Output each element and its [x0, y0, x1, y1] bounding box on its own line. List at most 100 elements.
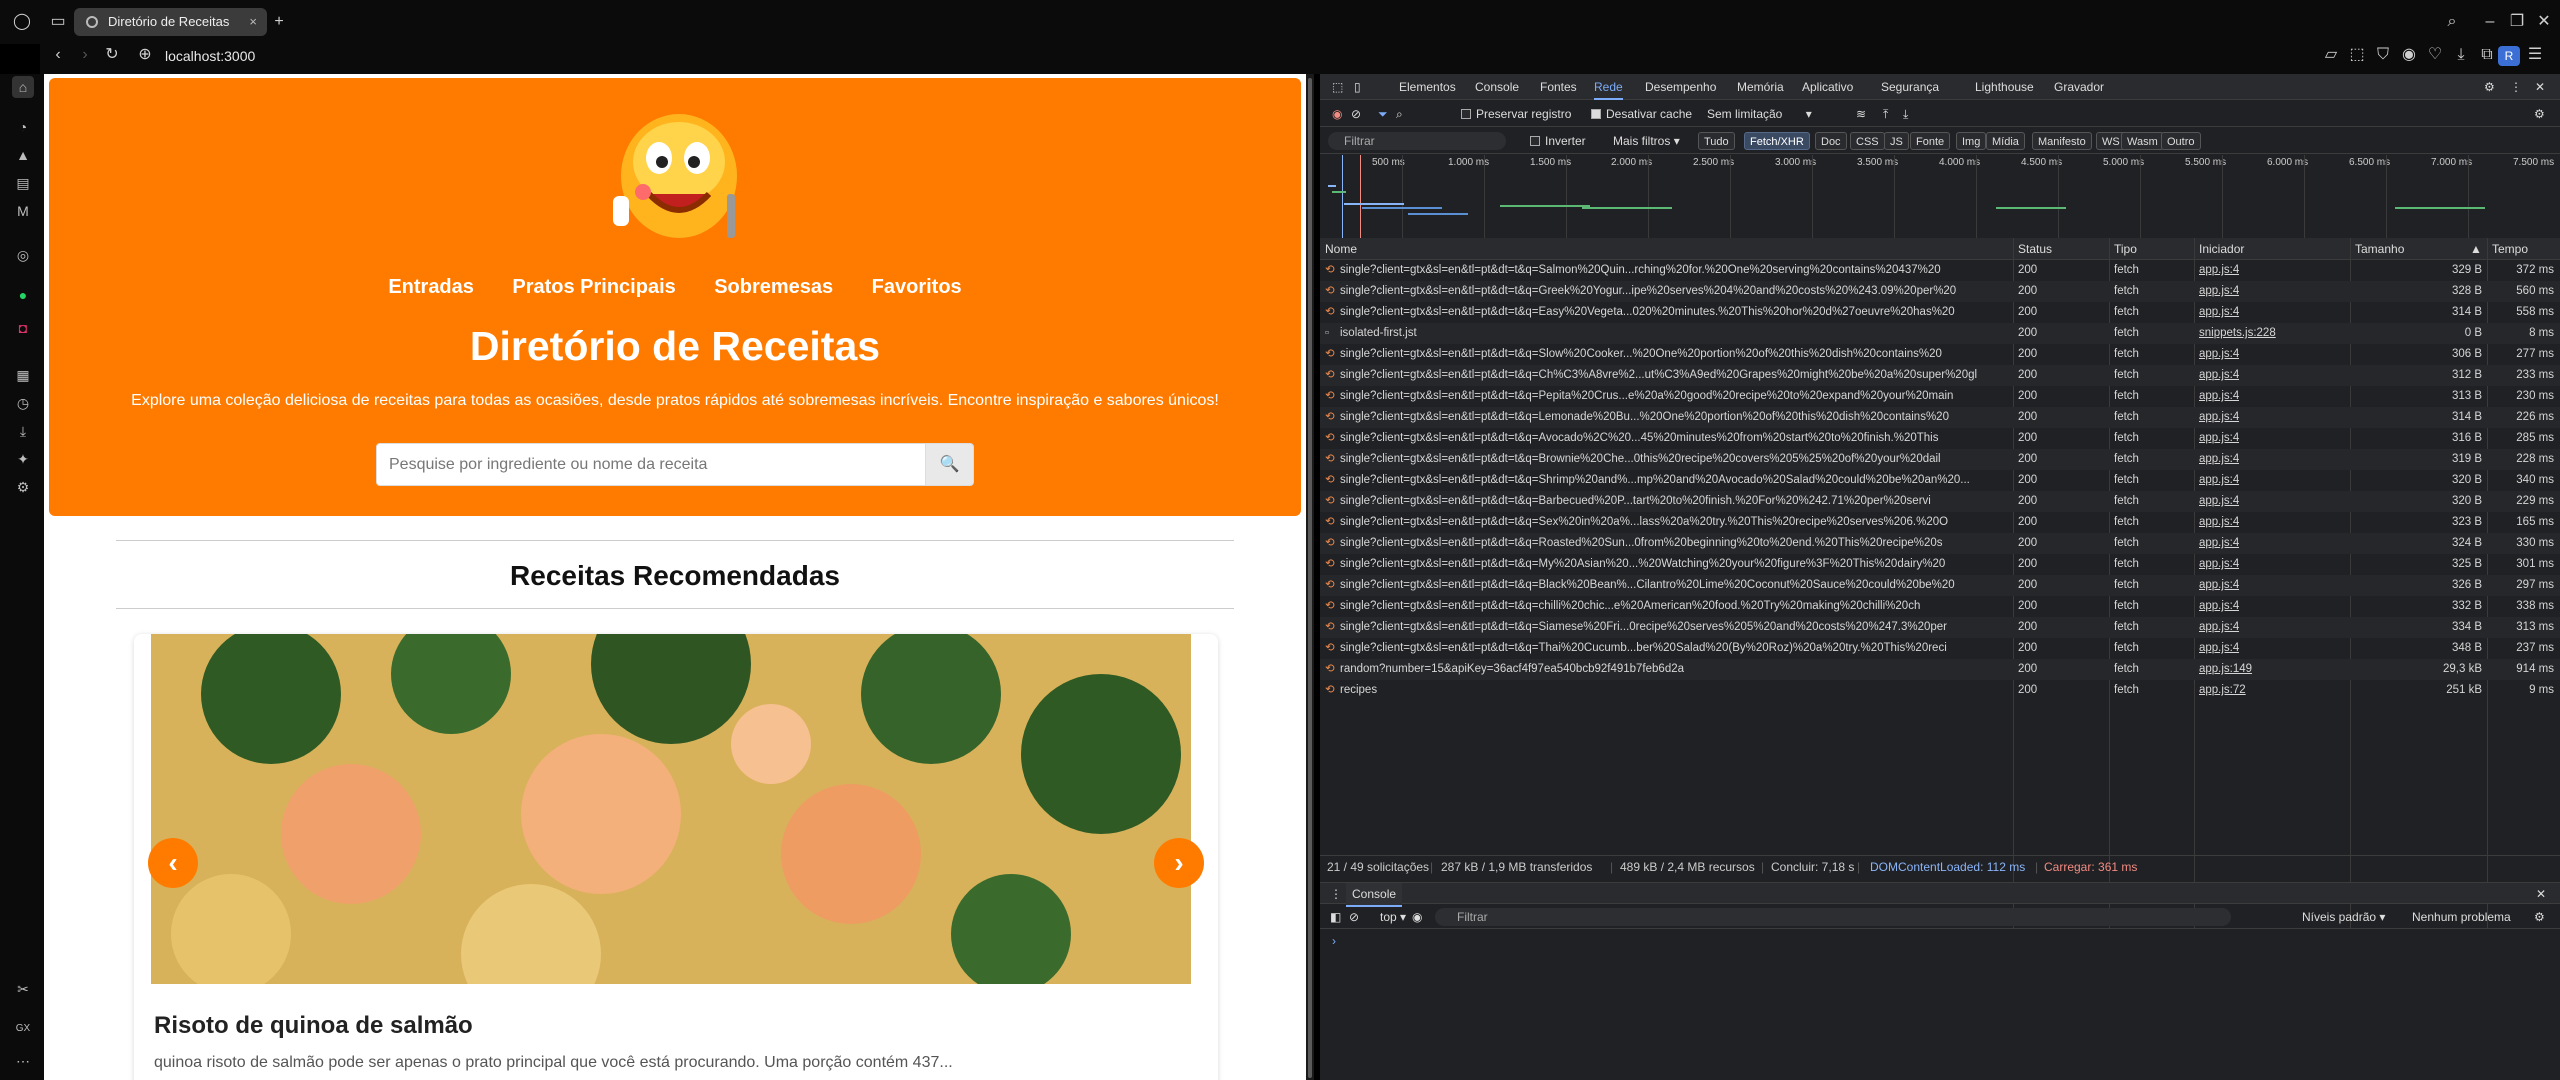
search-input[interactable]: Pesquise por ingrediente ou nome da rece… [376, 443, 926, 486]
network-row[interactable]: ⟲ single?client=gtx&sl=en&tl=pt&dt=t&q=Pe… [1320, 386, 2560, 407]
tab-aplicativo[interactable]: Aplicativo [1802, 74, 1853, 100]
recipe-title[interactable]: Risoto de quinoa de salmão [154, 1012, 473, 1040]
carousel-next-button[interactable]: › [1154, 838, 1204, 888]
request-name[interactable]: single?client=gtx&sl=en&tl=pt&dt=t&q=Eas… [1340, 302, 2008, 323]
network-row[interactable]: ⟲ single?client=gtx&sl=en&tl=pt&dt=t&q=Se… [1320, 512, 2560, 533]
download-icon[interactable]: ⤓ [1903, 101, 1908, 127]
request-name[interactable]: random?number=15&apiKey=36acf4f97ea540bc… [1340, 659, 2008, 680]
type-outro[interactable]: Outro [2161, 132, 2201, 150]
extensions-icon[interactable]: ⧉ [2476, 45, 2498, 65]
drawer-menu-icon[interactable]: ⋮ [1330, 883, 1342, 905]
network-row[interactable]: ⟲ single?client=gtx&sl=en&tl=pt&dt=t&q=Ch… [1320, 365, 2560, 386]
type-wasm[interactable]: Wasm [2121, 132, 2164, 150]
camera-icon[interactable]: ◉ [2398, 45, 2420, 65]
type-fetch-xhr[interactable]: Fetch/XHR [1744, 132, 1810, 150]
request-name[interactable]: single?client=gtx&sl=en&tl=pt&dt=t&q=Lem… [1340, 407, 2008, 428]
drawer-tab-console[interactable]: Console [1346, 883, 1403, 907]
pin-icon[interactable]: ✂ [12, 978, 34, 1000]
filter-icon[interactable]: ⏷ [1378, 101, 1388, 127]
request-name[interactable]: single?client=gtx&sl=en&tl=pt&dt=t&q=chi… [1340, 596, 2008, 617]
throttle-select[interactable]: Sem limitação ▾ [1707, 101, 1812, 127]
col-tipo[interactable]: Tipo [2114, 238, 2137, 260]
request-initiator[interactable]: snippets.js:228 [2199, 323, 2276, 344]
request-name[interactable]: single?client=gtx&sl=en&tl=pt&dt=t&q=Sia… [1340, 617, 2008, 638]
type-tudo[interactable]: Tudo [1698, 132, 1735, 150]
network-row[interactable]: ⟲ single?client=gtx&sl=en&tl=pt&dt=t&q=Ba… [1320, 491, 2560, 512]
request-name[interactable]: isolated-first.jst [1340, 323, 2008, 344]
menu-icon[interactable]: ☰ [2524, 45, 2546, 65]
col-status[interactable]: Status [2018, 238, 2052, 260]
clear-console-icon[interactable]: ⊘ [1349, 905, 1359, 929]
request-name[interactable]: single?client=gtx&sl=en&tl=pt&dt=t&q=Avo… [1340, 428, 2008, 449]
home-icon[interactable]: ⌂ [12, 76, 34, 98]
filter-input[interactable]: Filtrar [1328, 132, 1506, 150]
tab-seguranca[interactable]: Segurança [1881, 74, 1939, 100]
request-initiator[interactable]: app.js:4 [2199, 491, 2239, 512]
network-row[interactable]: ⟲ single?client=gtx&sl=en&tl=pt&dt=t&q=Bl… [1320, 575, 2560, 596]
network-row[interactable]: ⟲ single?client=gtx&sl=en&tl=pt&dt=t&q=Si… [1320, 617, 2560, 638]
col-tamanho[interactable]: Tamanho [2355, 238, 2404, 260]
search-button[interactable]: 🔍 [925, 443, 974, 486]
new-tab-button[interactable]: + [268, 12, 290, 32]
console-settings-icon[interactable]: ⚙ [2534, 905, 2545, 929]
tab-memoria[interactable]: Memória [1737, 74, 1784, 100]
workspaces-icon[interactable]: ▭ [47, 12, 69, 32]
request-initiator[interactable]: app.js:72 [2199, 680, 2246, 701]
network-row[interactable]: ⟲ single?client=gtx&sl=en&tl=pt&dt=t&q=My… [1320, 554, 2560, 575]
console-filter-input[interactable]: Filtrar [1435, 908, 2231, 926]
request-name[interactable]: single?client=gtx&sl=en&tl=pt&dt=t&q=My%… [1340, 554, 2008, 575]
whatsapp-icon[interactable]: ● [12, 284, 34, 306]
type-css[interactable]: CSS [1850, 132, 1885, 150]
screenshot-icon[interactable]: ⬚ [2346, 45, 2368, 65]
minimize-icon[interactable]: – [2479, 12, 2501, 32]
profile-avatar[interactable]: R [2498, 46, 2520, 66]
browser-logo-icon[interactable]: ◯ [11, 12, 33, 32]
network-row[interactable]: ⟲ single?client=gtx&sl=en&tl=pt&dt=t&q=Ea… [1320, 302, 2560, 323]
notes-icon[interactable]: ▤ [12, 172, 34, 194]
tab-desempenho[interactable]: Desempenho [1645, 74, 1716, 100]
reload-icon[interactable]: ↻ [101, 45, 123, 65]
request-initiator[interactable]: app.js:4 [2199, 302, 2239, 323]
eye-icon[interactable]: ◉ [1412, 905, 1422, 929]
request-initiator[interactable]: app.js:4 [2199, 596, 2239, 617]
settings-icon[interactable]: ⚙ [12, 476, 34, 498]
preserve-log-checkbox[interactable]: Preservar registro [1461, 101, 1571, 127]
carousel-prev-button[interactable]: ‹ [148, 838, 198, 888]
request-initiator[interactable]: app.js:4 [2199, 617, 2239, 638]
ai-icon[interactable]: ◎ [12, 244, 34, 266]
request-initiator[interactable]: app.js:4 [2199, 407, 2239, 428]
request-name[interactable]: single?client=gtx&sl=en&tl=pt&dt=t&q=Ch%… [1340, 365, 2008, 386]
request-initiator[interactable]: app.js:4 [2199, 449, 2239, 470]
upload-icon[interactable]: ⤒ [1883, 101, 1888, 127]
download-icon[interactable]: ⤓ [2450, 45, 2472, 65]
back-icon[interactable]: ‹ [47, 45, 69, 65]
instagram-icon[interactable]: ◘ [12, 317, 34, 339]
downloads-icon[interactable]: ⤓ [12, 420, 34, 442]
network-row[interactable]: ⟲ single?client=gtx&sl=en&tl=pt&dt=t&q=Le… [1320, 407, 2560, 428]
forward-icon[interactable]: › [74, 45, 96, 65]
record-icon[interactable]: ◉ [1332, 101, 1342, 127]
network-row[interactable]: ▫ isolated-first.jst 200 fetch snippets.js:2… [1320, 323, 2560, 344]
history-icon[interactable]: ◷ [12, 392, 34, 414]
network-overview-timeline[interactable]: 500 ms 1.000 ms 1.500 ms 2.000 ms 2.500 … [1320, 155, 2560, 241]
nav-pratos-principais[interactable]: Pratos Principais [512, 276, 675, 299]
bag-icon[interactable]: ▲ [12, 144, 34, 166]
speed-dial-icon[interactable]: ◔ [12, 116, 34, 138]
levels-dropdown[interactable]: Níveis padrão ▾ [2302, 905, 2385, 929]
nav-entradas[interactable]: Entradas [388, 276, 474, 299]
console-prompt[interactable]: › [1332, 932, 1336, 950]
request-name[interactable]: single?client=gtx&sl=en&tl=pt&dt=t&q=Roa… [1340, 533, 2008, 554]
request-initiator[interactable]: app.js:4 [2199, 512, 2239, 533]
sidebar-toggle-icon[interactable]: ◧ [1330, 905, 1341, 929]
heart-icon[interactable]: ♡ [2424, 45, 2446, 65]
more-filters-dropdown[interactable]: Mais filtros ▾ [1613, 128, 1680, 154]
tab-fontes[interactable]: Fontes [1540, 74, 1577, 100]
search-icon[interactable]: ⌕ [1396, 101, 1403, 127]
mail-icon[interactable]: M [12, 200, 34, 222]
request-initiator[interactable]: app.js:4 [2199, 386, 2239, 407]
request-name[interactable]: single?client=gtx&sl=en&tl=pt&dt=t&q=Shr… [1340, 470, 2008, 491]
type-manifesto[interactable]: Manifesto [2032, 132, 2092, 150]
network-row[interactable]: ⟲ single?client=gtx&sl=en&tl=pt&dt=t&q=Gr… [1320, 281, 2560, 302]
search-icon[interactable]: ⌕ [2441, 12, 2463, 32]
type-midia[interactable]: Mídia [1986, 132, 2025, 150]
